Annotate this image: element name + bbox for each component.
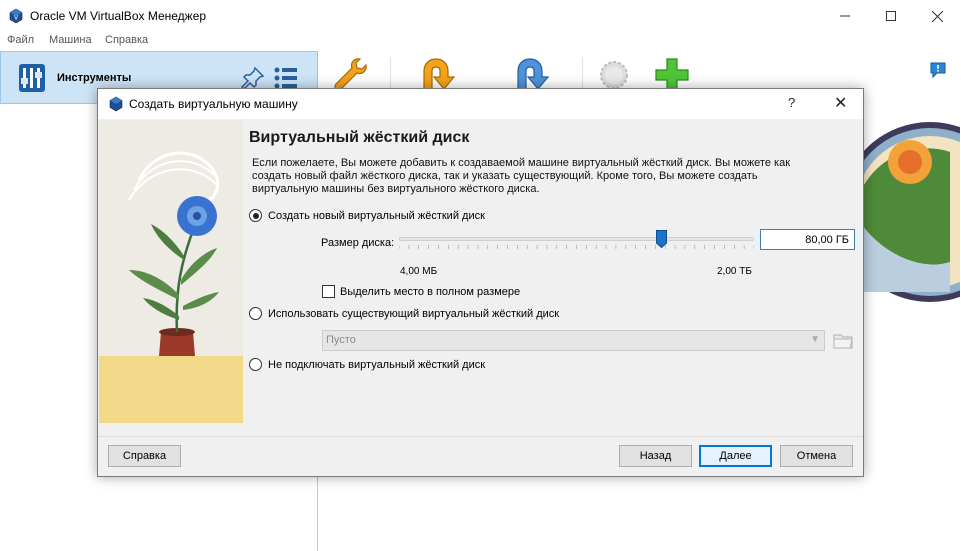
maximize-button[interactable]: [868, 0, 914, 32]
dialog-titlebar: Создать виртуальную машину ? ✕: [98, 89, 863, 119]
help-button[interactable]: Справка: [108, 445, 181, 467]
main-titlebar: V Oracle VM VirtualBox Менеджер: [0, 0, 961, 32]
dialog-close-button[interactable]: ✕: [834, 93, 847, 113]
virtualbox-icon: V: [9, 8, 23, 24]
tools-icon: [19, 64, 45, 92]
next-button[interactable]: Далее: [699, 445, 772, 467]
close-icon: [931, 10, 943, 22]
disk-size-slider-track[interactable]: [399, 237, 754, 241]
disk-size-label: Размер диска:: [321, 237, 395, 249]
minimize-icon: [840, 15, 850, 17]
radio-create-new[interactable]: [249, 209, 262, 222]
radio-use-existing[interactable]: [249, 307, 262, 320]
disk-size-max-label: 2,00 ТБ: [717, 266, 752, 277]
menu-machine[interactable]: Машина: [49, 34, 92, 46]
context-help-button[interactable]: ?: [788, 95, 795, 110]
tools-label: Инструменты: [57, 72, 132, 84]
dialog-title: Создать виртуальную машину: [129, 97, 298, 111]
page-description: Если пожелаете, Вы можете добавить к соз…: [252, 157, 791, 195]
window-title: Oracle VM VirtualBox Менеджер: [30, 9, 207, 23]
disk-size-slider-thumb[interactable]: [656, 230, 668, 248]
create-vm-dialog: Создать виртуальную машину ? ✕ Виртуальн…: [97, 88, 864, 477]
option-use-existing[interactable]: Использовать существующий виртуальный жё…: [249, 307, 559, 320]
maximize-icon: [886, 11, 896, 21]
radio-no-disk[interactable]: [249, 358, 262, 371]
disk-size-slider-ticks: [399, 245, 754, 249]
option-no-disk[interactable]: Не подключать виртуальный жёсткий диск: [249, 358, 485, 371]
disk-size-min-label: 4,00 МБ: [400, 266, 438, 277]
cancel-button[interactable]: Отмена: [780, 445, 853, 467]
minimize-button[interactable]: [822, 0, 868, 32]
dialog-footer: Справка Назад Далее Отмена: [98, 436, 863, 476]
choose-disk-folder-icon[interactable]: [832, 329, 854, 351]
menu-file[interactable]: Файл: [7, 34, 34, 46]
chevron-down-icon: ▼: [810, 334, 820, 345]
close-window-button[interactable]: [914, 0, 960, 32]
back-button[interactable]: Назад: [619, 445, 692, 467]
disk-size-input[interactable]: [760, 229, 855, 250]
preallocate-label: Выделить место в полном размере: [340, 285, 521, 298]
option-create-new[interactable]: Создать новый виртуальный жёсткий диск: [249, 209, 485, 222]
preallocate-checkbox[interactable]: [322, 285, 335, 298]
preallocate-option[interactable]: Выделить место в полном размере: [322, 285, 520, 298]
option-no-disk-label: Не подключать виртуальный жёсткий диск: [268, 358, 486, 371]
pin-icon[interactable]: [241, 66, 265, 90]
option-create-new-label: Создать новый виртуальный жёсткий диск: [268, 209, 485, 222]
list-menu-icon[interactable]: [273, 66, 299, 90]
help-balloon-icon[interactable]: [929, 61, 947, 79]
page-heading: Виртуальный жёсткий диск: [249, 129, 470, 146]
menu-bar: Файл Машина Справка: [0, 32, 961, 51]
option-use-existing-label: Использовать существующий виртуальный жё…: [268, 307, 560, 320]
plant-illustration: [99, 120, 243, 423]
virtualbox-icon: [109, 96, 123, 112]
existing-disk-value: Пусто: [326, 334, 356, 346]
menu-help[interactable]: Справка: [105, 34, 148, 46]
existing-disk-select[interactable]: Пусто ▼: [322, 330, 825, 351]
